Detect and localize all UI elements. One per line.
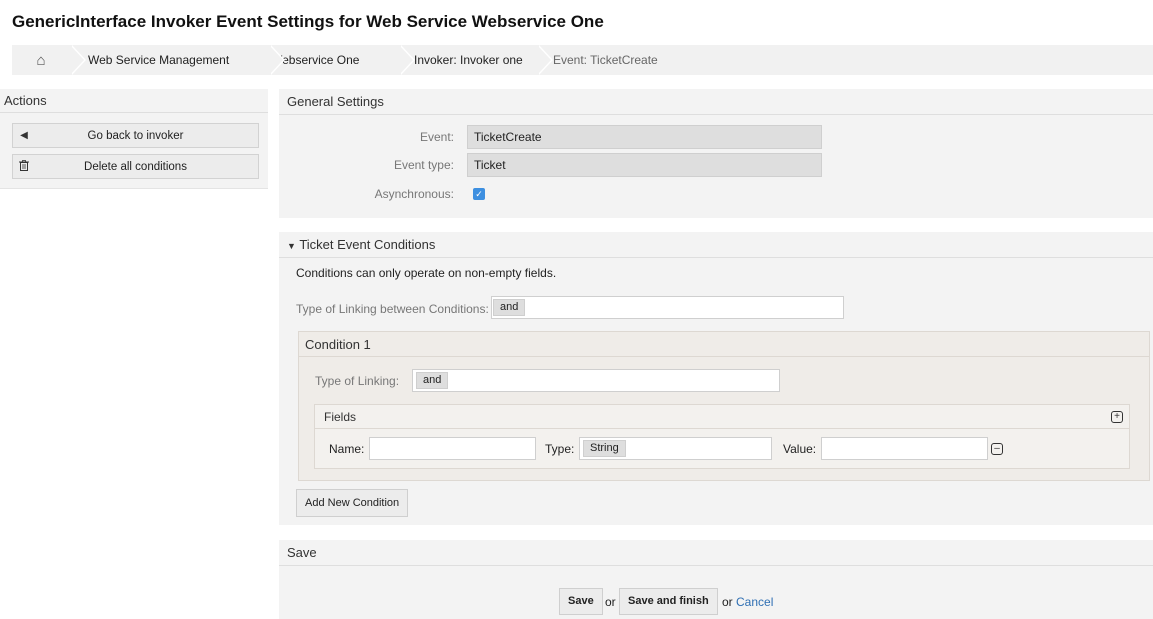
delete-all-conditions-button[interactable]: Delete all conditions [12, 154, 259, 179]
breadcrumb-webservice[interactable]: Webservice One [269, 45, 415, 75]
or-text: or [722, 595, 733, 609]
breadcrumb-web-service-management[interactable]: Web Service Management [70, 45, 285, 75]
go-back-to-invoker-button[interactable]: ◀ Go back to invoker [12, 123, 259, 148]
remove-field-icon[interactable]: – [991, 443, 1003, 455]
asynchronous-label: Asynchronous: [374, 187, 454, 201]
triangle-down-icon: ▼ [287, 241, 296, 251]
linking-between-conditions-label: Type of Linking between Conditions: [296, 302, 489, 316]
add-field-icon[interactable]: + [1111, 411, 1123, 423]
field-name-input[interactable] [369, 437, 536, 460]
actions-title: Actions [0, 89, 268, 113]
field-type-value: String [583, 440, 626, 457]
conditions-title: Ticket Event Conditions [299, 237, 436, 252]
breadcrumb: ⌂ Web Service Management Webservice One … [12, 45, 1153, 75]
button-label: Delete all conditions [84, 160, 187, 173]
event-field: TicketCreate [467, 125, 822, 149]
button-label: Go back to invoker [87, 129, 184, 142]
general-settings-title: General Settings [279, 89, 1153, 115]
conditions-note: Conditions can only operate on non-empty… [296, 266, 557, 280]
linking-between-conditions-select[interactable] [491, 296, 844, 319]
save-and-finish-button[interactable]: Save and finish [619, 588, 718, 615]
breadcrumb-label: Web Service Management [88, 53, 230, 67]
linking-between-conditions-value: and [493, 299, 526, 316]
caret-left-icon: ◀ [20, 130, 28, 141]
condition-linking-select[interactable] [412, 369, 780, 392]
trash-icon [13, 159, 35, 174]
breadcrumb-label: Event: TicketCreate [553, 53, 658, 67]
condition-linking-label: Type of Linking: [315, 374, 400, 388]
or-text: or [605, 595, 616, 609]
conditions-header[interactable]: ▼ Ticket Event Conditions [279, 232, 1153, 258]
condition-linking-value: and [416, 372, 449, 389]
breadcrumb-label: Invoker: Invoker one [414, 53, 523, 67]
breadcrumb-event: Event: TicketCreate [537, 45, 658, 75]
condition-1-title: Condition 1 [299, 332, 1149, 357]
field-value-label: Value: [783, 442, 817, 456]
asynchronous-checkbox[interactable]: ✓ [473, 188, 485, 200]
field-value-input[interactable] [821, 437, 988, 460]
field-name-label: Name: [329, 442, 365, 456]
event-type-field: Ticket [467, 153, 822, 177]
event-type-label: Event type: [393, 158, 454, 172]
event-label: Event: [419, 130, 454, 144]
save-title: Save [279, 540, 1153, 566]
page-title: GenericInterface Invoker Event Settings … [12, 12, 604, 31]
breadcrumb-home[interactable]: ⌂ [12, 45, 86, 75]
breadcrumb-invoker[interactable]: Invoker: Invoker one [399, 45, 553, 75]
home-icon: ⌂ [36, 51, 46, 69]
add-new-condition-button[interactable]: Add New Condition [296, 489, 409, 517]
cancel-link[interactable]: Cancel [736, 595, 773, 609]
field-type-label: Type: [545, 442, 575, 456]
fields-title: Fields [315, 405, 1129, 429]
save-button[interactable]: Save [559, 588, 603, 615]
